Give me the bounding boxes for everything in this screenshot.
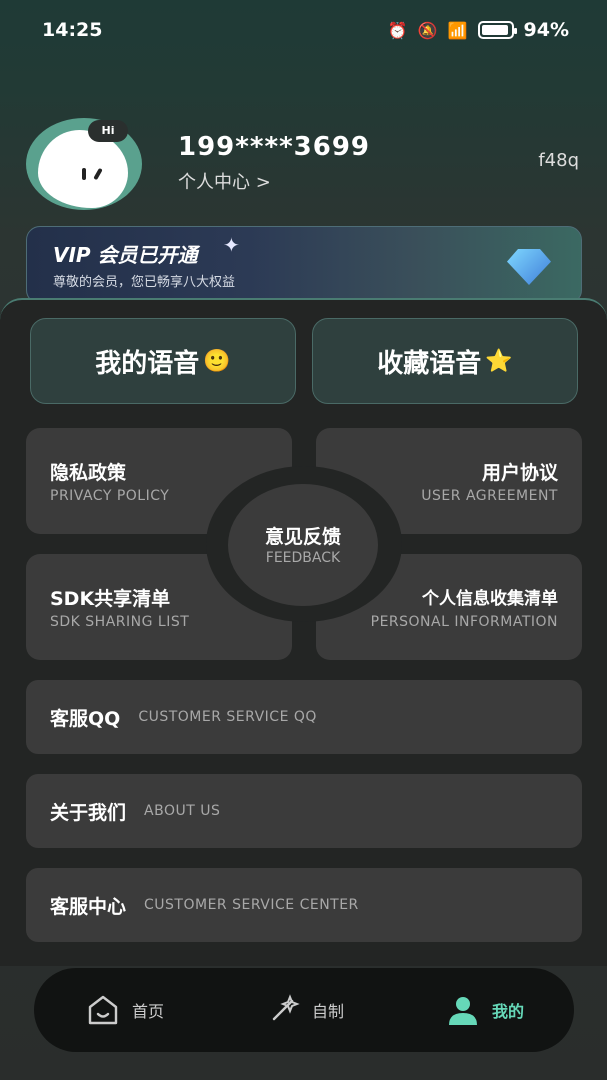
my-voice-button[interactable]: 我的语音 🙂 (30, 318, 296, 404)
profile-header: Hi 199****3699 个人中心 > f48q (0, 110, 607, 220)
battery-percent: 94% (523, 19, 569, 41)
card-subtitle: PERSONAL INFORMATION (370, 614, 558, 630)
home-icon (84, 993, 122, 1027)
tab-label: 首页 (131, 1002, 164, 1021)
user-icon (444, 993, 482, 1027)
card-title: 个人信息收集清单 (422, 589, 558, 609)
vip-subtitle: 尊敬的会员，您已畅享八大权益 (53, 275, 236, 290)
row-title: 客服中心 (50, 895, 127, 918)
wifi-icon: 📶 (447, 20, 468, 40)
customer-service-qq-row[interactable]: 客服QQ CUSTOMER SERVICE QQ (26, 680, 582, 754)
status-time: 14:25 (42, 19, 103, 41)
customer-service-center-row[interactable]: 客服中心 CUSTOMER SERVICE CENTER (26, 868, 582, 942)
vip-banner[interactable]: VIP 会员已开通 ✦ 尊敬的会员，您已畅享八大权益 (26, 226, 582, 304)
avatar-eye-left (82, 168, 86, 180)
row-title: 关于我们 (50, 801, 127, 824)
mute-icon: 🔕 (417, 20, 438, 40)
row-subtitle: ABOUT US (144, 803, 221, 819)
row-subtitle: CUSTOMER SERVICE CENTER (144, 897, 359, 913)
avatar-hi-badge: Hi (88, 120, 128, 142)
avatar[interactable]: Hi (26, 118, 142, 210)
battery-icon (477, 21, 517, 39)
about-us-row[interactable]: 关于我们 ABOUT US (26, 774, 582, 848)
star-icon: ⭐ (485, 348, 513, 374)
favorite-voice-button[interactable]: 收藏语音 ⭐ (312, 318, 578, 404)
bottom-tab-bar: 首页 自制 我的 (34, 968, 574, 1052)
tab-home[interactable]: 首页 (84, 993, 164, 1027)
user-phone: 199****3699 (178, 132, 371, 162)
sparkle-icon (264, 993, 302, 1027)
tab-create[interactable]: 自制 (264, 993, 344, 1027)
feedback-title: 意见反馈 (264, 526, 341, 548)
status-icons: ⏰ 🔕 📶 94% (388, 19, 569, 41)
row-title: 客服QQ (50, 707, 121, 730)
favorite-voice-label: 收藏语音 (377, 348, 482, 379)
alarm-icon: ⏰ (387, 20, 408, 40)
my-voice-label: 我的语音 (95, 348, 200, 379)
feedback-button[interactable]: 意见反馈 FEEDBACK (228, 484, 378, 606)
card-title: 用户协议 (481, 462, 558, 484)
battery-fill (481, 25, 508, 35)
tab-label: 自制 (311, 1002, 344, 1021)
diamond-icon (507, 249, 551, 285)
card-title: 隐私政策 (50, 462, 127, 484)
status-bar: 14:25 ⏰ 🔕 📶 94% (0, 0, 607, 60)
tab-label: 我的 (491, 1002, 524, 1021)
card-title: SDK共享清单 (50, 588, 171, 610)
avatar-eye-right (93, 167, 103, 181)
yeah-sticker-icon: 🙂 (203, 348, 231, 374)
tab-mine[interactable]: 我的 (444, 993, 524, 1027)
vip-title: VIP 会员已开通 (53, 243, 198, 267)
card-subtitle: PRIVACY POLICY (50, 488, 170, 504)
card-subtitle: SDK SHARING LIST (50, 614, 190, 630)
row-subtitle: CUSTOMER SERVICE QQ (138, 709, 317, 725)
personal-center-link[interactable]: 个人中心 > (178, 168, 271, 194)
card-subtitle: USER AGREEMENT (421, 488, 558, 504)
feedback-subtitle: FEEDBACK (265, 550, 341, 566)
sparkle-icon: ✦ (223, 233, 240, 257)
user-code: f48q (538, 150, 579, 171)
